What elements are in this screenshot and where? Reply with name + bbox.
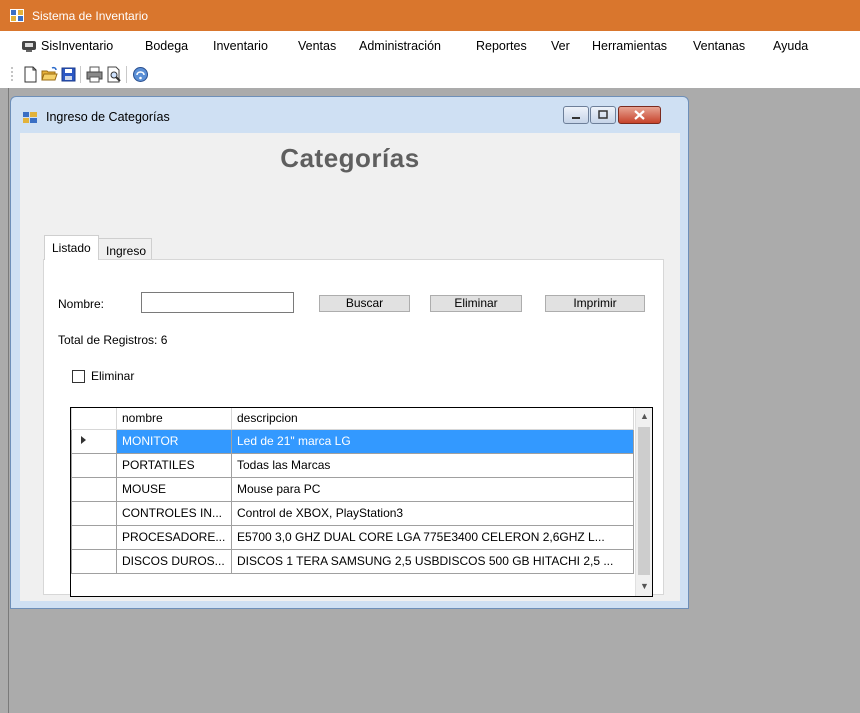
window-client-area: Categorías Listado Ingreso Nombre: Busca… [20,133,680,601]
close-icon [634,110,645,120]
tab-ingreso[interactable]: Ingreso [99,238,152,261]
row-header[interactable] [71,548,117,574]
maximize-button[interactable] [590,106,616,124]
table-row[interactable]: PROCESADORE... E5700 3,0 GHZ DUAL CORE L… [71,524,634,550]
cell-nombre[interactable]: MOUSE [116,476,232,502]
tab-ingreso-label: Ingreso [106,244,147,258]
column-header-nombre[interactable]: nombre [116,408,232,430]
toolbar-separator [80,66,81,83]
cell-descripcion[interactable]: Led de 21" marca LG [231,428,634,454]
cell-descripcion[interactable]: Control de XBOX, PlayStation3 [231,500,634,526]
close-button[interactable] [618,106,661,124]
cell-descripcion[interactable]: DISCOS 1 TERA SAMSUNG 2,5 USBDISCOS 500 … [231,548,634,574]
eliminar-checkbox-label[interactable]: Eliminar [91,369,134,383]
menu-sisinventario[interactable]: SisInventario [41,31,113,62]
tab-listado[interactable]: Listado [44,235,99,260]
menu-reportes[interactable]: Reportes [476,31,527,62]
menu-ventanas[interactable]: Ventanas [693,31,745,62]
app-title: Sistema de Inventario [32,9,149,23]
grid-corner-header [71,408,117,430]
menu-bar: SisInventario Bodega Inventario Ventas A… [0,31,860,62]
app-window-icon [10,9,24,22]
row-header[interactable] [71,476,117,502]
categorias-grid[interactable]: nombre descripcion MONITOR Led de 21" ma… [70,407,653,597]
cell-nombre[interactable]: MONITOR [116,428,232,454]
menu-bodega[interactable]: Bodega [145,31,188,62]
cell-descripcion[interactable]: Todas las Marcas [231,452,634,478]
menu-ver[interactable]: Ver [551,31,570,62]
row-header[interactable] [71,428,117,454]
menu-ventas[interactable]: Ventas [298,31,336,62]
grid-vertical-scrollbar[interactable]: ▲ ▼ [635,408,652,596]
window-title: Ingreso de Categorías [46,110,170,124]
categorias-window: Ingreso de Categorías Categorías Listado… [10,96,689,609]
cell-nombre[interactable]: CONTROLES IN... [116,500,232,526]
maximize-icon [598,110,608,119]
cell-nombre[interactable]: PORTATILES [116,452,232,478]
toolbar-separator [126,66,127,83]
menu-herramientas[interactable]: Herramientas [592,31,667,62]
cell-nombre[interactable]: DISCOS DUROS... [116,548,232,574]
toolbar-grip[interactable] [11,66,13,83]
nombre-input[interactable] [141,292,294,313]
buscar-button[interactable]: Buscar [319,295,410,312]
column-header-descripcion[interactable]: descripcion [231,408,634,430]
help-icon[interactable] [132,66,149,83]
current-row-arrow-icon [81,436,86,444]
save-icon[interactable] [60,66,77,83]
print-icon[interactable] [86,66,103,83]
table-row[interactable]: CONTROLES IN... Control de XBOX, PlaySta… [71,500,634,526]
menu-ayuda[interactable]: Ayuda [773,31,808,62]
app-titlebar: Sistema de Inventario [0,0,860,31]
nombre-label: Nombre: [58,297,105,311]
scroll-down-icon[interactable]: ▼ [640,581,649,591]
open-folder-icon[interactable] [41,66,58,83]
print-preview-icon[interactable] [106,66,123,83]
table-row[interactable]: PORTATILES Todas las Marcas [71,452,634,478]
new-file-icon[interactable] [22,66,39,83]
menu-inventario[interactable]: Inventario [213,31,268,62]
table-row[interactable]: MONITOR Led de 21" marca LG [71,428,634,454]
minimize-button[interactable] [563,106,589,124]
scrollbar-thumb[interactable] [638,427,650,575]
toolbar [0,62,860,88]
row-header[interactable] [71,524,117,550]
total-registros-label: Total de Registros: 6 [58,333,168,347]
mdi-border [8,88,9,713]
minimize-icon [572,117,580,119]
imprimir-button[interactable]: Imprimir [545,295,645,312]
table-row[interactable]: DISCOS DUROS... DISCOS 1 TERA SAMSUNG 2,… [71,548,634,574]
cell-descripcion[interactable]: E5700 3,0 GHZ DUAL CORE LGA 775E3400 CEL… [231,524,634,550]
row-header[interactable] [71,500,117,526]
cell-descripcion[interactable]: Mouse para PC [231,476,634,502]
row-header[interactable] [71,452,117,478]
eliminar-checkbox[interactable] [72,370,85,383]
menu-administracion[interactable]: Administración [359,31,441,62]
page-title: Categorías [280,143,420,173]
listado-tab-page: Nombre: Buscar Eliminar Imprimir Total d… [43,259,664,597]
eliminar-button[interactable]: Eliminar [430,295,522,312]
sisinventario-menu-icon [22,41,36,52]
window-icon [23,112,37,123]
tab-listado-label: Listado [52,241,91,255]
cell-nombre[interactable]: PROCESADORE... [116,524,232,550]
table-row[interactable]: MOUSE Mouse para PC [71,476,634,502]
scroll-up-icon[interactable]: ▲ [640,411,649,421]
